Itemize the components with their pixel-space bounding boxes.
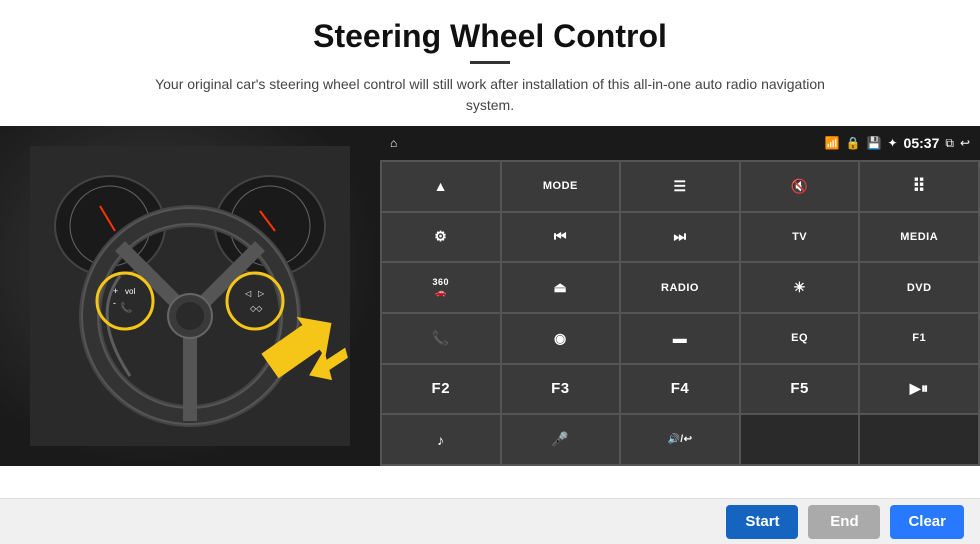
btn-menu[interactable]: ☰ bbox=[621, 162, 739, 211]
btn-f4[interactable]: F4 bbox=[621, 365, 739, 414]
svg-text:◇◇: ◇◇ bbox=[250, 304, 263, 313]
page-subtitle: Your original car's steering wheel contr… bbox=[150, 74, 830, 116]
lock-icon: 🔒 bbox=[846, 136, 861, 150]
svg-text:▷: ▷ bbox=[258, 289, 265, 298]
end-button[interactable]: End bbox=[808, 505, 880, 539]
wifi-icon: 📶 bbox=[825, 136, 840, 150]
status-time: 05:37 bbox=[904, 135, 940, 151]
btn-play-pause[interactable]: ▶⏸ bbox=[860, 365, 978, 414]
btn-settings[interactable]: ⚙ bbox=[382, 213, 500, 262]
btn-eject[interactable]: ⏏ bbox=[502, 263, 620, 312]
title-divider bbox=[470, 61, 510, 64]
back-icon[interactable]: ↩ bbox=[960, 136, 970, 150]
btn-360[interactable]: 360🚗 bbox=[382, 263, 500, 312]
btn-mic[interactable]: 🎤 bbox=[502, 415, 620, 464]
sd-icon: 💾 bbox=[867, 136, 882, 150]
status-bar: ⌂ 📶 🔒 💾 ✦ 05:37 ⧉ ↩ bbox=[380, 126, 980, 160]
btn-empty-1 bbox=[741, 415, 859, 464]
svg-text:📞: 📞 bbox=[120, 301, 133, 314]
image-section: + - vol 📞 ◁ ▷ ◇◇ bbox=[0, 126, 380, 466]
bluetooth-icon: ✦ bbox=[887, 136, 897, 150]
btn-next[interactable]: ⏭ bbox=[621, 213, 739, 262]
svg-text:vol: vol bbox=[125, 287, 135, 296]
btn-screen[interactable]: ▬ bbox=[621, 314, 739, 363]
btn-media[interactable]: MEDIA bbox=[860, 213, 978, 262]
start-button[interactable]: Start bbox=[726, 505, 798, 539]
btn-tv[interactable]: TV bbox=[741, 213, 859, 262]
page-wrapper: Steering Wheel Control Your original car… bbox=[0, 0, 980, 544]
btn-f1[interactable]: F1 bbox=[860, 314, 978, 363]
page-title: Steering Wheel Control bbox=[20, 18, 960, 55]
btn-f3[interactable]: F3 bbox=[502, 365, 620, 414]
btn-radio[interactable]: RADIO bbox=[621, 263, 739, 312]
window-icon: ⧉ bbox=[945, 136, 954, 151]
status-right: 📶 🔒 💾 ✦ 05:37 ⧉ ↩ bbox=[825, 135, 970, 151]
btn-music[interactable]: ♪ bbox=[382, 415, 500, 464]
btn-nav-up[interactable]: ▲ bbox=[382, 162, 500, 211]
clear-button[interactable]: Clear bbox=[890, 505, 964, 539]
home-icon[interactable]: ⌂ bbox=[390, 136, 397, 150]
content-row: + - vol 📞 ◁ ▷ ◇◇ bbox=[0, 126, 980, 498]
bottom-bar: Start End Clear bbox=[0, 498, 980, 544]
btn-phone[interactable]: 📞 bbox=[382, 314, 500, 363]
btn-vol-call[interactable]: 🔊/↩ bbox=[621, 415, 739, 464]
btn-apps[interactable]: ⠿ bbox=[860, 162, 978, 211]
steering-wheel-svg: + - vol 📞 ◁ ▷ ◇◇ bbox=[30, 146, 350, 446]
header-section: Steering Wheel Control Your original car… bbox=[0, 0, 980, 126]
grid-section: ⌂ 📶 🔒 💾 ✦ 05:37 ⧉ ↩ ▲ MODE ☰ 🔇 bbox=[380, 126, 980, 466]
button-grid: ▲ MODE ☰ 🔇 ⠿ ⚙ ⏮ ⏭ TV MEDIA 360🚗 ⏏ RADIO… bbox=[380, 160, 980, 466]
btn-mute[interactable]: 🔇 bbox=[741, 162, 859, 211]
btn-nav[interactable]: ◉ bbox=[502, 314, 620, 363]
svg-text:-: - bbox=[113, 298, 116, 308]
btn-dvd[interactable]: DVD bbox=[860, 263, 978, 312]
btn-f5[interactable]: F5 bbox=[741, 365, 859, 414]
btn-prev[interactable]: ⏮ bbox=[502, 213, 620, 262]
btn-eq[interactable]: EQ bbox=[741, 314, 859, 363]
btn-empty-2 bbox=[860, 415, 978, 464]
btn-f2[interactable]: F2 bbox=[382, 365, 500, 414]
svg-text:◁: ◁ bbox=[245, 289, 252, 298]
btn-mode[interactable]: MODE bbox=[502, 162, 620, 211]
btn-brightness[interactable]: ☀ bbox=[741, 263, 859, 312]
status-left: ⌂ bbox=[390, 136, 397, 150]
steering-wheel-background: + - vol 📞 ◁ ▷ ◇◇ bbox=[0, 126, 380, 466]
svg-text:+: + bbox=[113, 286, 118, 296]
